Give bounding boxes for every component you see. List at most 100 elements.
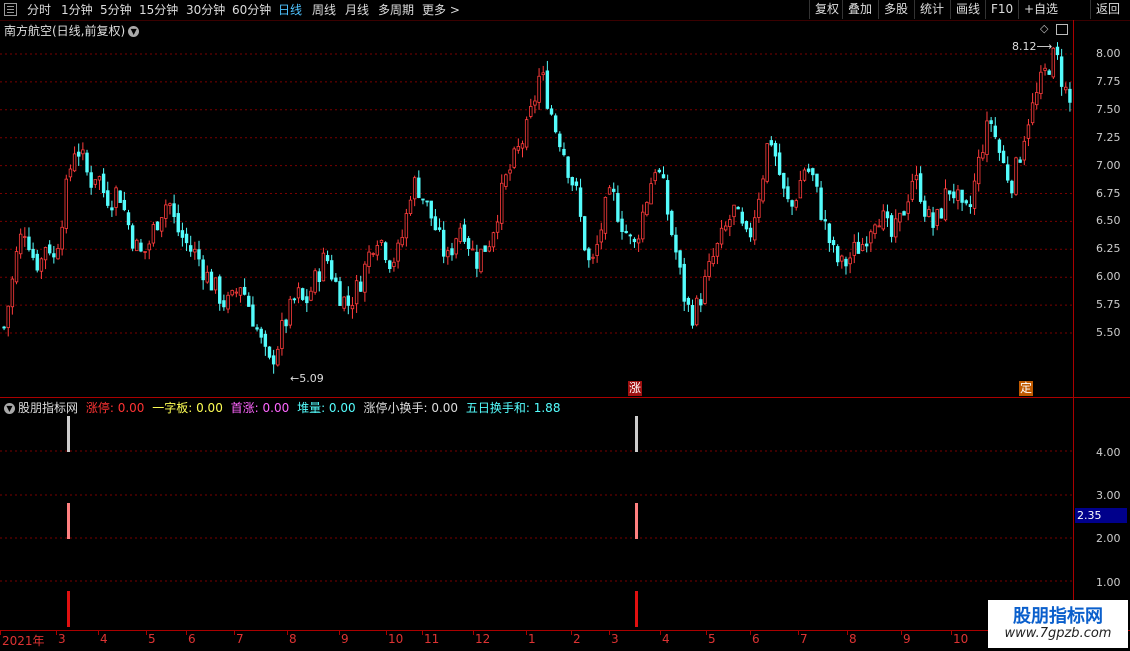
date-tick <box>706 631 707 635</box>
indicator-chart[interactable] <box>0 398 1073 630</box>
period-multi[interactable]: 多周期 <box>378 1 414 18</box>
candle-body <box>537 75 541 103</box>
f10-button[interactable]: F10 <box>985 0 1018 19</box>
candle-body <box>342 296 346 309</box>
candle-body <box>164 204 168 219</box>
multi-stock-button[interactable]: 多股 <box>878 0 913 19</box>
date-axis-label: 2 <box>573 632 581 646</box>
date-tick <box>750 631 751 635</box>
candle-body <box>147 243 151 251</box>
period-more[interactable]: 更多 > <box>422 1 460 18</box>
candle-body <box>1022 140 1027 161</box>
candle-body <box>827 223 832 244</box>
candlestick-chart[interactable]: 8.12⟶ ←5.09 <box>0 20 1073 397</box>
date-tick <box>571 631 572 635</box>
candle-body <box>898 212 902 223</box>
candle-body <box>309 290 313 301</box>
candle-body <box>562 148 566 156</box>
candle-body <box>487 246 492 252</box>
candle-body <box>68 168 73 178</box>
fixed-tag[interactable]: 定 <box>1019 381 1033 396</box>
candle-body <box>848 257 852 265</box>
candle-body <box>43 247 48 261</box>
candle-body <box>852 241 856 256</box>
period-15min[interactable]: 15分钟 <box>139 1 178 18</box>
date-tick <box>234 631 235 635</box>
period-1min[interactable]: 1分钟 <box>61 1 93 18</box>
back-button[interactable]: 返回 <box>1090 0 1125 19</box>
candle-body <box>375 245 380 256</box>
candle-body <box>184 233 189 244</box>
period-30min[interactable]: 30分钟 <box>186 1 225 18</box>
price-axis-label: 6.25 <box>1096 242 1121 256</box>
date-axis-label: 5 <box>708 632 716 646</box>
candle-body <box>914 174 919 181</box>
overlay-button[interactable]: 叠加 <box>842 0 877 19</box>
candle-body <box>902 211 906 216</box>
indicator-axis-label: 3.00 <box>1096 489 1121 502</box>
candle-body <box>97 176 102 181</box>
candle-body <box>748 227 753 238</box>
candle-body <box>313 270 317 293</box>
candle-body <box>300 288 305 300</box>
date-axis-label: 8 <box>849 632 857 646</box>
candle-body <box>383 242 388 261</box>
candle-body <box>1001 150 1006 164</box>
menu-icon[interactable] <box>4 3 17 16</box>
candle-body <box>193 248 197 253</box>
date-axis-label: 1 <box>528 632 536 646</box>
period-monthly[interactable]: 月线 <box>345 1 369 18</box>
add-watchlist-button[interactable]: +自选 <box>1018 0 1063 19</box>
candle-body <box>47 244 52 254</box>
draw-line-button[interactable]: 画线 <box>950 0 985 19</box>
candle-body <box>93 179 98 185</box>
candle-body <box>189 245 193 252</box>
candle-body <box>168 203 172 206</box>
candle-body <box>23 236 27 239</box>
stats-button[interactable]: 统计 <box>914 0 949 19</box>
date-axis-label: 9 <box>903 632 911 646</box>
candle-body <box>574 181 579 186</box>
price-axis-label: 7.25 <box>1096 130 1121 144</box>
candle-body <box>628 234 633 237</box>
candle-body <box>77 151 81 157</box>
candle-body <box>479 248 483 273</box>
date-tick <box>287 631 288 635</box>
adjust-button[interactable]: 复权 <box>809 0 844 19</box>
candle-body <box>612 188 616 192</box>
candle-body <box>516 146 521 151</box>
candle-body <box>213 277 218 291</box>
candle-body <box>553 115 558 133</box>
candle-body <box>715 242 720 257</box>
period-weekly[interactable]: 周线 <box>312 1 336 18</box>
candle-body <box>27 236 31 251</box>
candle-body <box>1018 159 1022 163</box>
candle-body <box>910 180 915 200</box>
period-fenshi[interactable]: 分时 <box>27 1 51 18</box>
candle-body <box>918 173 923 202</box>
high-price-label: 8.12⟶ <box>1012 40 1052 53</box>
candle-body <box>819 187 823 220</box>
candle-body <box>412 177 417 200</box>
candle-body <box>931 212 935 228</box>
candle-body <box>1006 164 1010 181</box>
candle-body <box>570 177 574 186</box>
candle-body <box>238 287 243 296</box>
candle-body <box>271 355 276 365</box>
date-axis-label: 6 <box>188 632 196 646</box>
candle-body <box>446 250 450 258</box>
candle-body <box>595 244 599 256</box>
period-daily[interactable]: 日线 <box>278 1 302 18</box>
candle-body <box>267 346 272 358</box>
candle-body <box>1059 56 1064 87</box>
candle-body <box>363 263 367 293</box>
date-axis-label: 7 <box>236 632 244 646</box>
limit-up-tag[interactable]: 涨 <box>628 381 642 396</box>
candle-body <box>454 238 458 255</box>
current-value-box: 2.35 <box>1075 508 1127 523</box>
date-axis: 2021年 3 4 5 6 7 8 9 10 11 12 1 2 3 4 5 6 7 8 9 10 <box>0 630 1130 651</box>
candle-body <box>408 199 413 214</box>
candle-body <box>840 255 844 262</box>
period-60min[interactable]: 60分钟 <box>232 1 271 18</box>
period-5min[interactable]: 5分钟 <box>100 1 132 18</box>
